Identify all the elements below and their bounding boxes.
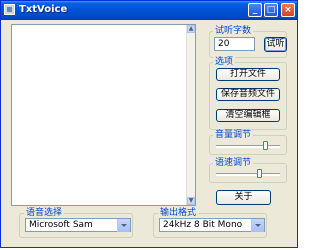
options-label: 选项: [213, 57, 236, 67]
volume-label: 音量调节: [213, 130, 254, 140]
voice-select[interactable]: Microsoft Sam: [25, 218, 131, 232]
scroll-down-icon[interactable]: ▼: [187, 197, 195, 205]
app-window: TxtVoice _ □ × ▲ ▼ 试听字数 20 试听 选项 打开文件 保存…: [0, 0, 298, 248]
window-title: TxtVoice: [19, 4, 68, 15]
output-selected-value: 24kHz 8 Bit Mono: [163, 220, 243, 230]
maximize-button[interactable]: □: [264, 3, 278, 17]
clear-editor-button[interactable]: 清空编辑框: [216, 109, 280, 122]
volume-slider-thumb[interactable]: [263, 141, 269, 150]
voice-selected-value: Microsoft Sam: [29, 220, 93, 230]
trial-label: 试听字数: [213, 26, 254, 36]
open-file-button[interactable]: 打开文件: [216, 68, 280, 81]
output-format-select[interactable]: 24kHz 8 Bit Mono: [159, 218, 265, 232]
voice-label: 语音选择: [24, 208, 65, 218]
speed-track[interactable]: [216, 173, 280, 176]
title-bar[interactable]: TxtVoice _ □ ×: [1, 1, 297, 20]
speed-label: 语速调节: [213, 158, 254, 168]
vertical-scrollbar[interactable]: ▲ ▼: [186, 25, 195, 205]
trial-listen-button[interactable]: 试听: [264, 37, 287, 52]
trial-count-input[interactable]: 20: [214, 37, 255, 51]
close-button[interactable]: ×: [281, 3, 295, 17]
output-label: 输出格式: [158, 208, 199, 218]
chevron-down-icon[interactable]: [251, 219, 264, 232]
chevron-down-icon[interactable]: [117, 219, 130, 232]
speed-slider-thumb[interactable]: [257, 169, 263, 178]
about-button[interactable]: 关于: [216, 190, 271, 205]
scroll-up-icon[interactable]: ▲: [187, 25, 195, 33]
volume-track[interactable]: [216, 145, 280, 148]
app-icon[interactable]: [4, 4, 15, 15]
text-editor[interactable]: ▲ ▼: [11, 24, 196, 206]
save-audio-button[interactable]: 保存音频文件: [216, 88, 280, 101]
minimize-button[interactable]: _: [248, 3, 262, 17]
